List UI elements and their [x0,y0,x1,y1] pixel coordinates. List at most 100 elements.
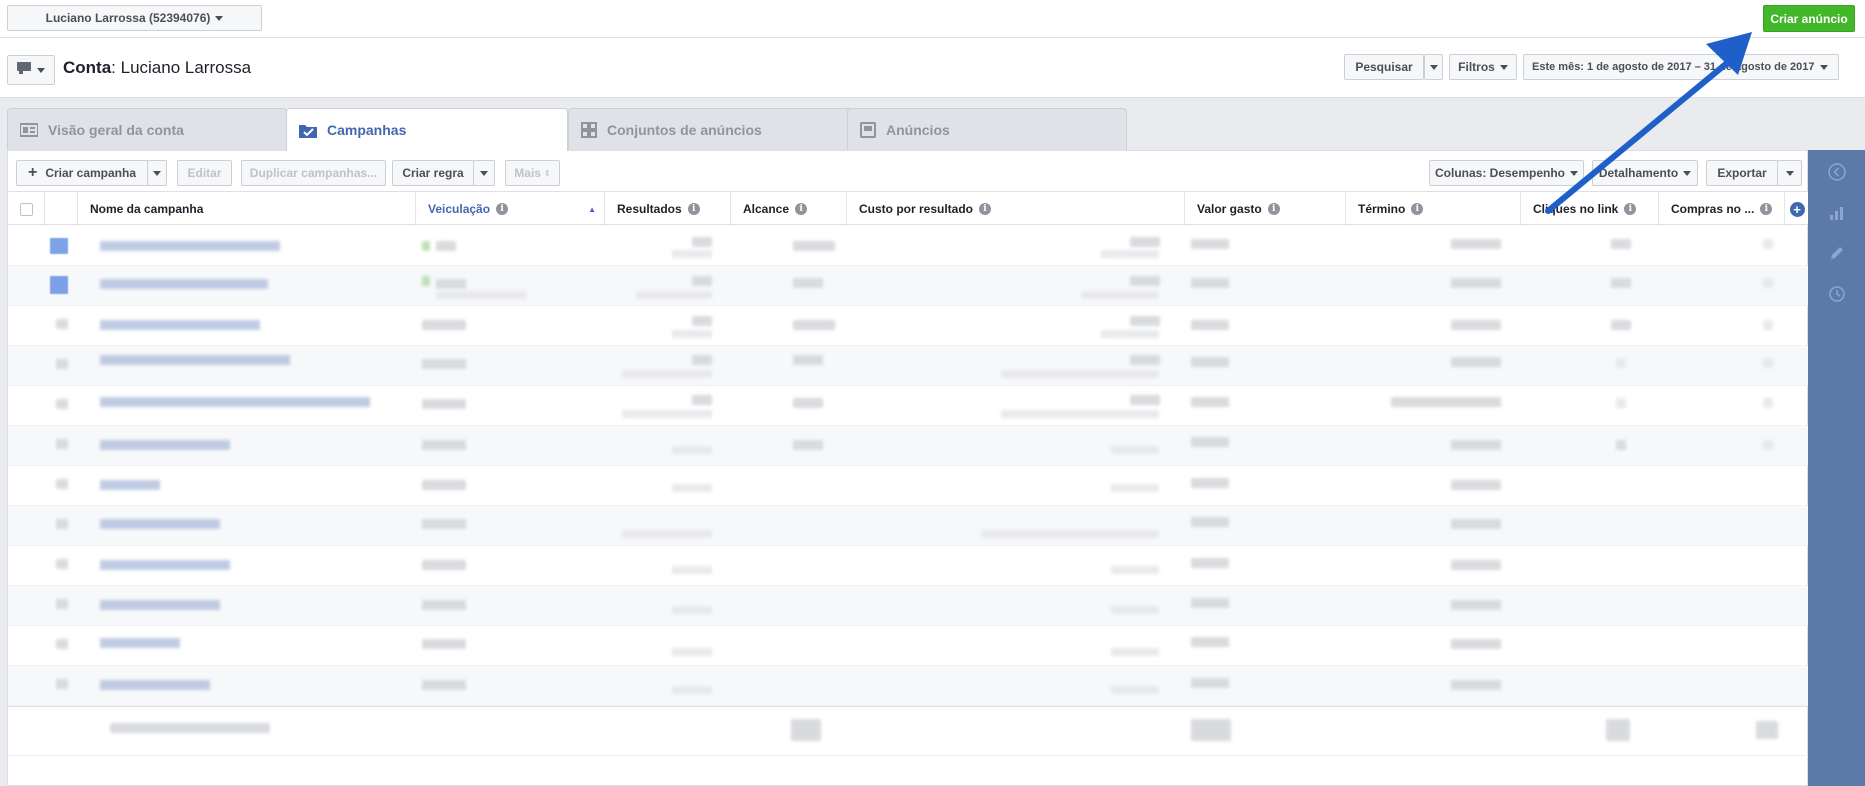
toggle-switch[interactable] [56,679,68,689]
delivery-text [422,399,466,409]
campaign-rows [8,226,1809,756]
table-row[interactable] [8,226,1809,266]
collapse-panel-icon[interactable] [1826,161,1848,183]
more-button[interactable]: Mais ⇕ [505,160,560,186]
col-reach[interactable]: Alcance i [731,192,847,226]
account-menu-button[interactable] [7,55,55,85]
col-amount-spent[interactable]: Valor gasto i [1185,192,1346,226]
account-overview-icon [20,122,38,137]
table-row[interactable] [8,266,1809,306]
delivery-text [422,440,466,450]
toggle-switch[interactable] [56,359,68,369]
col-label: Cliques no link [1533,202,1619,216]
campaign-name-link[interactable] [100,638,180,648]
col-results[interactable]: Resultados i [605,192,731,226]
toggle-switch[interactable] [50,238,68,254]
toggle-switch[interactable] [56,479,68,489]
col-cost-per-result[interactable]: Custo por resultado i [847,192,1185,226]
tab-campaigns[interactable]: Campanhas [286,108,568,151]
results-value [672,484,712,492]
campaign-name-link[interactable] [100,355,290,365]
toggle-switch[interactable] [56,399,68,409]
table-row[interactable] [8,666,1809,706]
col-delivery[interactable]: Veiculação i ▲ [416,192,605,226]
toggle-switch[interactable] [56,639,68,649]
campaign-name-link[interactable] [100,397,370,407]
tab-ad-sets[interactable]: Conjuntos de anúncios [568,108,858,150]
purchases-value [1763,278,1773,288]
info-icon[interactable]: i [496,203,509,215]
clock-history-icon[interactable] [1826,283,1848,305]
toggle-switch[interactable] [56,439,68,449]
duplicate-campaigns-button[interactable]: Duplicar campanhas... [241,160,386,186]
columns-button[interactable]: Colunas: Desempenho [1429,160,1584,186]
toggle-switch[interactable] [56,319,68,329]
info-icon[interactable]: i [795,203,808,215]
campaign-name-link[interactable] [100,600,220,610]
campaign-name-link[interactable] [100,480,160,490]
export-button[interactable]: Exportar [1706,160,1778,186]
info-icon[interactable]: i [1411,203,1424,215]
campaign-name-link[interactable] [100,320,260,330]
toggle-switch[interactable] [56,599,68,609]
create-rule-dropdown[interactable] [473,160,495,186]
col-campaign-name[interactable]: Nome da campanha [78,192,416,226]
reach-value [793,320,835,330]
campaign-name-link[interactable] [100,680,210,690]
info-icon[interactable]: i [1624,203,1637,215]
chevron-down-icon [215,15,224,21]
purchases-value [1763,239,1773,249]
create-campaign-button[interactable]: + Criar campanha [16,160,148,186]
create-rule-button[interactable]: Criar regra [392,160,474,186]
table-row[interactable] [8,466,1809,506]
campaign-name-link[interactable] [100,279,268,289]
export-dropdown[interactable] [1777,160,1802,186]
breakdown-button[interactable]: Detalhamento [1592,160,1698,186]
tab-ads[interactable]: Anúncios [847,108,1127,150]
table-row[interactable] [8,306,1809,346]
edit-button[interactable]: Editar [177,160,232,186]
table-row[interactable] [8,506,1809,546]
create-ad-button[interactable]: Criar anúncio [1763,5,1855,32]
bar-chart-icon[interactable] [1826,202,1848,224]
info-icon[interactable]: i [979,203,992,215]
toggle-switch[interactable] [56,519,68,529]
info-icon[interactable]: i [687,203,700,215]
campaign-name-link[interactable] [100,440,230,450]
top-bar: Luciano Larrossa (52394076) Criar anúnci… [0,0,1865,38]
info-icon[interactable]: i [1267,203,1280,215]
table-row[interactable] [8,346,1809,386]
filters-button[interactable]: Filtros [1449,54,1517,80]
table-row[interactable] [8,626,1809,666]
account-selector[interactable]: Luciano Larrossa (52394076) [7,5,262,31]
col-ends[interactable]: Término i [1346,192,1521,226]
select-all-checkbox[interactable] [19,202,33,216]
search-dropdown-button[interactable] [1424,54,1443,80]
pencil-icon[interactable] [1826,242,1848,264]
campaign-name-link[interactable] [100,560,230,570]
tab-label: Visão geral da conta [48,121,184,138]
table-row[interactable] [8,426,1809,466]
spent-value [1191,397,1229,407]
campaign-name-link[interactable] [100,519,220,529]
purchases-value [1763,440,1773,450]
clicks-value [1611,278,1631,288]
page-title-prefix: Conta [63,58,112,77]
date-range-picker[interactable]: Este mês: 1 de agosto de 2017 – 31 de ag… [1523,54,1839,80]
tab-account-overview[interactable]: Visão geral da conta [7,108,287,150]
cost-value [1130,395,1160,405]
cost-value [1111,446,1159,454]
table-row[interactable] [8,386,1809,426]
table-row[interactable] [8,546,1809,586]
info-icon[interactable]: i [1760,203,1773,215]
search-button[interactable]: Pesquisar [1344,54,1424,80]
create-campaign-dropdown[interactable] [147,160,167,186]
spent-value [1191,278,1229,288]
toggle-switch[interactable] [56,559,68,569]
col-link-clicks[interactable]: Cliques no link i [1521,192,1659,226]
col-purchases[interactable]: Compras no ... i [1659,192,1785,226]
add-column-icon[interactable]: + [1789,201,1805,217]
table-row[interactable] [8,586,1809,626]
toggle-switch[interactable] [50,276,68,294]
campaign-name-link[interactable] [100,241,280,251]
